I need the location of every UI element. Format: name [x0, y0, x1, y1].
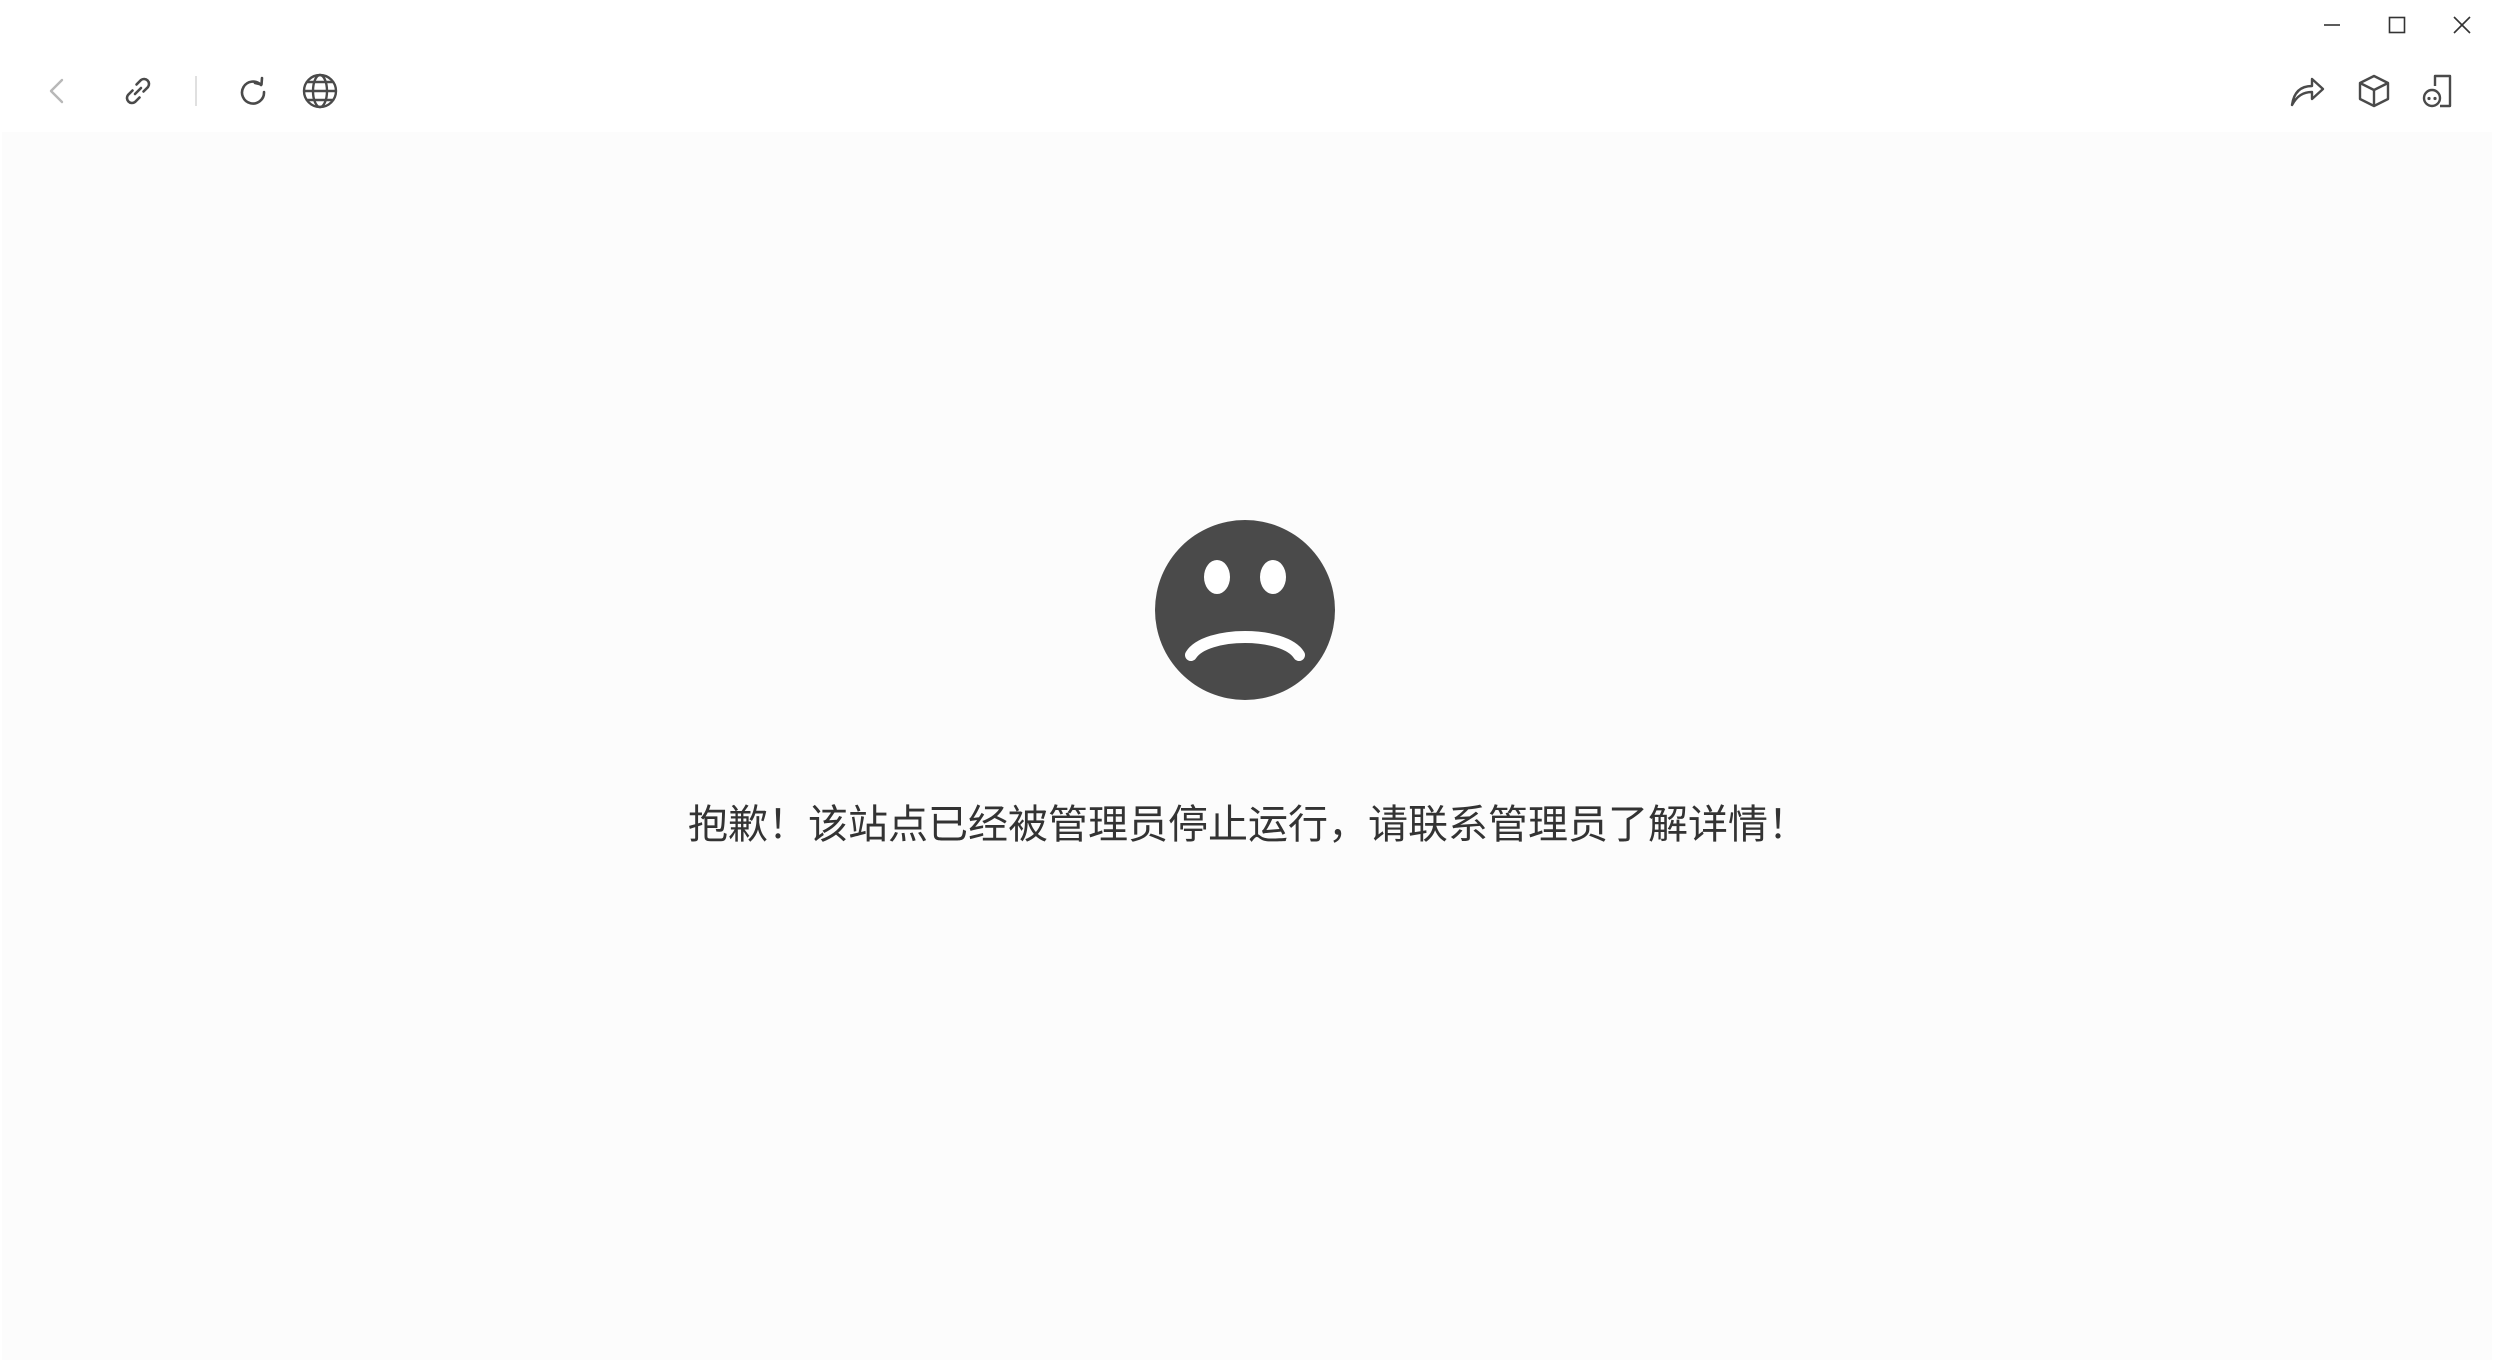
- refresh-icon: [240, 76, 266, 105]
- share-button[interactable]: [2284, 68, 2330, 114]
- copy-link-button[interactable]: [115, 68, 161, 114]
- browser-button[interactable]: [297, 68, 343, 114]
- globe-icon: [302, 73, 338, 109]
- minimize-icon: [2324, 24, 2340, 26]
- device-button[interactable]: [2415, 68, 2461, 114]
- browser-window: 抱歉！该站点已经被管理员停止运行，请联系管理员了解详情！: [0, 0, 2496, 1362]
- device-icon: [2422, 74, 2452, 108]
- minimize-button[interactable]: [2307, 6, 2357, 44]
- back-icon: [49, 78, 64, 104]
- maximize-icon: [2388, 16, 2406, 34]
- back-button[interactable]: [35, 68, 81, 114]
- refresh-button[interactable]: [230, 68, 276, 114]
- link-icon: [125, 77, 151, 105]
- toolbar: [0, 50, 2496, 132]
- error-message: 抱歉！该站点已经被管理员停止运行，请联系管理员了解详情！: [688, 802, 1808, 848]
- maximize-button[interactable]: [2372, 6, 2422, 44]
- title-bar: [0, 0, 2496, 50]
- mini-program-button[interactable]: [2351, 68, 2397, 114]
- cube-icon: [2358, 74, 2390, 108]
- close-button[interactable]: [2437, 6, 2487, 44]
- sad-face-icon: [1155, 520, 1335, 700]
- toolbar-separator: [195, 76, 197, 106]
- share-icon: [2290, 77, 2325, 107]
- close-icon: [2453, 16, 2471, 34]
- page-content: [2, 132, 2492, 1360]
